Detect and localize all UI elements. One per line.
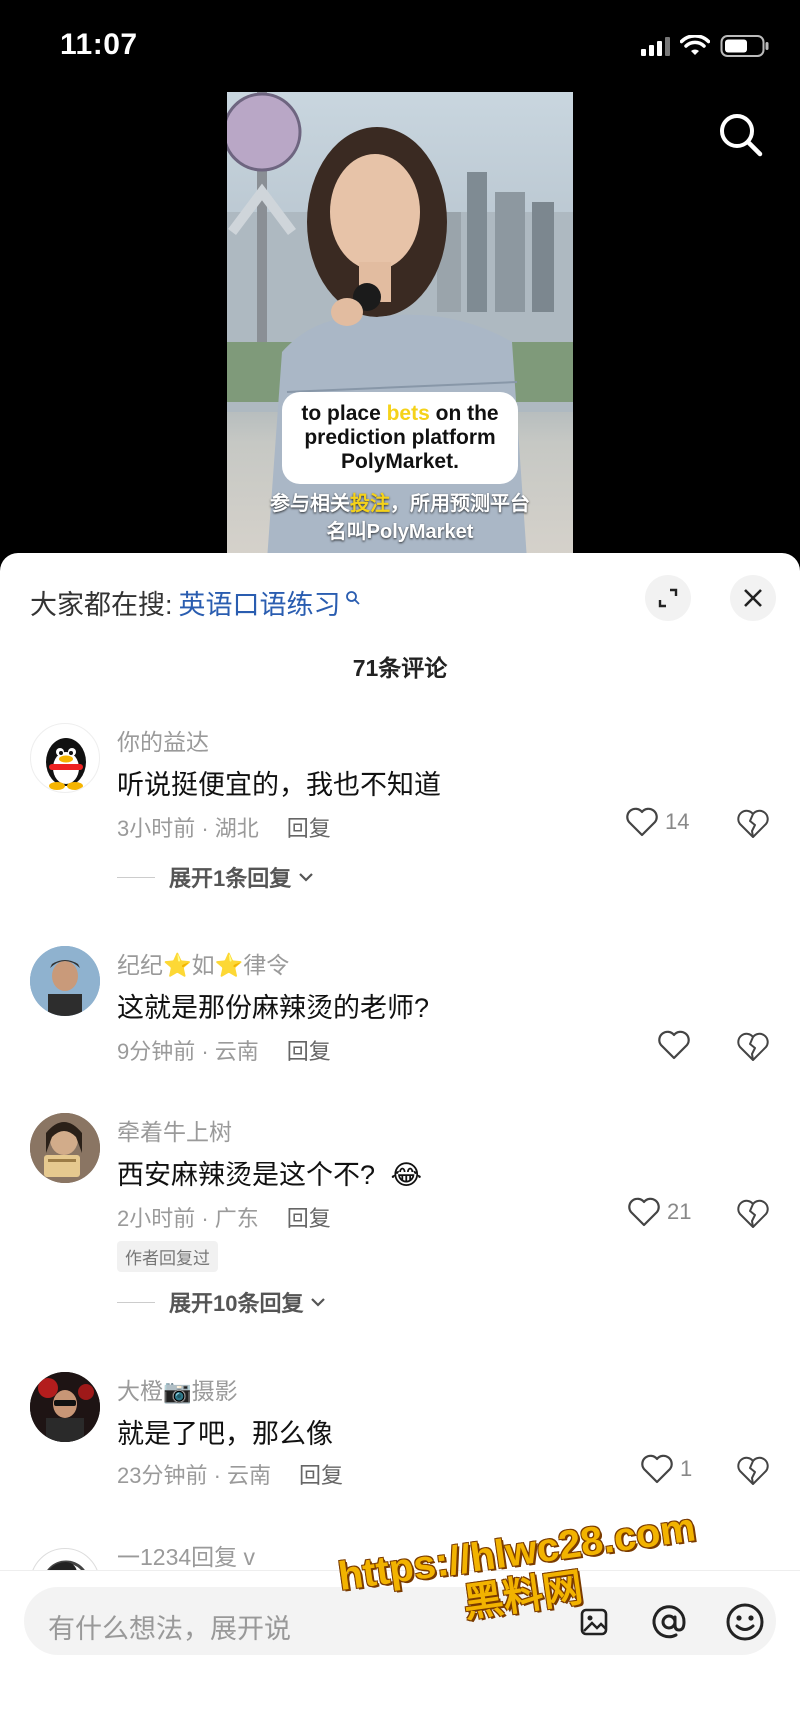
battery-icon <box>720 35 769 57</box>
small-search-icon <box>345 590 360 605</box>
divider-line <box>117 876 155 878</box>
comment-author[interactable]: 一1234回复 v <box>117 1538 255 1572</box>
reply-button[interactable]: 回复 <box>299 1463 343 1488</box>
hot-search-keyword[interactable]: 英语口语练习 <box>179 583 341 622</box>
broken-heart-icon <box>737 1199 769 1228</box>
comment-meta: 3小时前 · 湖北 回复 <box>117 811 331 843</box>
wifi-icon <box>680 35 710 55</box>
comment-author[interactable]: 纪纪⭐如⭐律令 <box>117 946 289 980</box>
emoji-icon[interactable] <box>722 1599 768 1645</box>
status-time: 11:07 <box>60 28 138 61</box>
like-button[interactable]: 1 <box>640 1454 692 1484</box>
status-bar: 11:07 <box>0 0 800 90</box>
comment-meta: 9分钟前 · 云南 回复 <box>117 1034 331 1066</box>
comment-time: 9分钟前 · 云南 <box>117 1039 259 1064</box>
like-count: 1 <box>680 1456 693 1481</box>
broken-heart-icon <box>737 809 769 838</box>
expand-icon <box>658 588 678 608</box>
comment-input-placeholder: 有什么想法，展开说 <box>48 1614 291 1644</box>
expand-replies-label: 展开10条回复 <box>169 1291 304 1316</box>
video-player[interactable]: to place bets on the prediction platform… <box>0 90 800 560</box>
expand-replies-label: 展开1条回复 <box>169 866 292 891</box>
comment-time: 3小时前 · 湖北 <box>117 816 259 841</box>
comment-meta: 2小时前 · 广东 回复 <box>117 1201 331 1233</box>
video-frame: to place bets on the prediction platform… <box>227 92 573 560</box>
like-count: 21 <box>667 1199 692 1224</box>
divider-line <box>117 1301 155 1303</box>
comment-author[interactable]: 你的益达 <box>117 723 209 757</box>
expand-panel-button[interactable] <box>645 575 691 621</box>
subtitle-chinese: 参与相关投注，所用预测平台 名叫PolyMarket <box>270 493 530 543</box>
dislike-button[interactable] <box>736 809 770 844</box>
comment-text: 听说挺便宜的，我也不知道 <box>117 770 441 800</box>
close-icon <box>744 589 762 607</box>
chevron-down-icon <box>299 873 314 882</box>
heart-icon <box>626 807 658 837</box>
expand-replies-button[interactable]: 展开10条回复 <box>117 1286 327 1318</box>
avatar[interactable] <box>30 946 100 1016</box>
avatar[interactable] <box>30 1113 100 1183</box>
at-mention-icon[interactable] <box>646 1599 692 1645</box>
search-icon[interactable] <box>716 110 766 160</box>
subtitle-english: to place bets on the prediction platform… <box>282 392 518 484</box>
reply-button[interactable]: 回复 <box>287 816 331 841</box>
author-replied-badge: 作者回复过 <box>117 1241 218 1272</box>
dislike-button[interactable] <box>736 1199 770 1234</box>
hot-search-bar[interactable]: 大家都在搜: 英语口语练习 <box>30 583 361 622</box>
comment-text-body: 西安麻辣烫是这个不? <box>117 1160 376 1190</box>
status-icons <box>641 34 770 58</box>
comment-count: 71条评论 <box>352 655 448 681</box>
like-button[interactable] <box>657 1030 691 1060</box>
comment-text: 就是了吧，那么像 <box>117 1419 333 1449</box>
like-button[interactable]: 14 <box>625 807 689 837</box>
avatar[interactable] <box>30 723 100 793</box>
comment-time: 23分钟前 · 云南 <box>117 1463 272 1488</box>
dislike-button[interactable] <box>736 1032 770 1067</box>
laughing-emoji-icon: 😂 <box>390 1160 423 1190</box>
comment-text: 西安麻辣烫是这个不? 😂 <box>117 1153 422 1192</box>
cellular-signal-icon <box>641 36 670 56</box>
broken-heart-icon <box>737 1456 769 1485</box>
comment-text: 这就是那份麻辣烫的老师? <box>117 993 430 1023</box>
close-button[interactable] <box>730 575 776 621</box>
comment-author[interactable]: 牵着牛上树 <box>117 1113 232 1147</box>
chevron-down-icon <box>311 1298 326 1307</box>
like-button[interactable]: 21 <box>627 1197 691 1227</box>
heart-icon <box>658 1030 690 1060</box>
heart-icon <box>641 1454 673 1484</box>
comment-time: 2小时前 · 广东 <box>117 1206 259 1231</box>
reply-button[interactable]: 回复 <box>287 1206 331 1231</box>
broken-heart-icon <box>737 1032 769 1061</box>
comment-meta: 23分钟前 · 云南 回复 <box>117 1458 343 1490</box>
hot-search-label: 大家都在搜: <box>30 590 173 620</box>
dislike-button[interactable] <box>736 1456 770 1491</box>
expand-replies-button[interactable]: 展开1条回复 <box>117 861 315 893</box>
comment-author[interactable]: 大橙📷摄影 <box>117 1372 238 1406</box>
reply-button[interactable]: 回复 <box>287 1039 331 1064</box>
avatar[interactable] <box>30 1372 100 1442</box>
like-count: 14 <box>665 809 690 834</box>
heart-icon <box>628 1197 660 1227</box>
